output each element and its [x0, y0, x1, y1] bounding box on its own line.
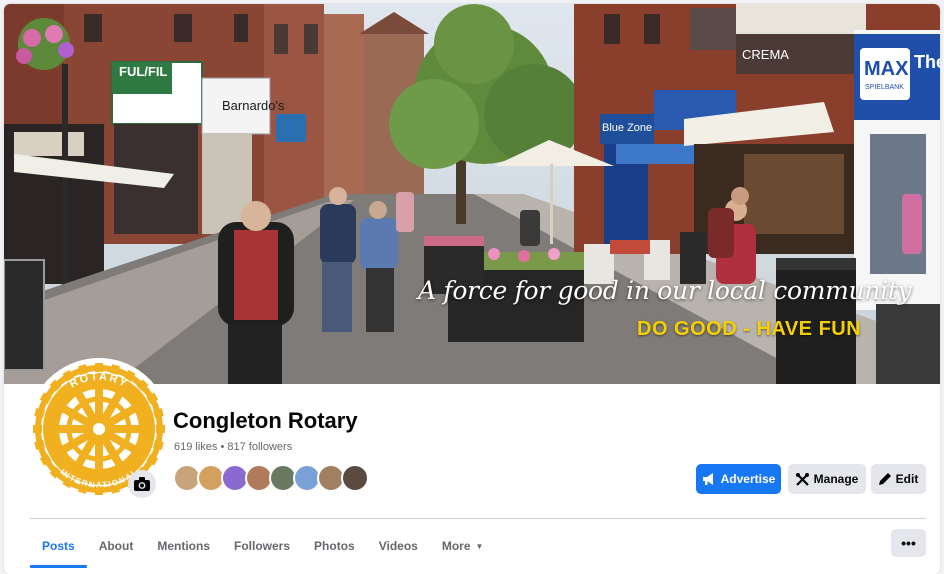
- tab-mentions[interactable]: Mentions: [145, 524, 222, 568]
- tools-icon: [795, 472, 809, 486]
- advertise-button[interactable]: Advertise: [696, 464, 781, 494]
- caret-down-icon: ▼: [475, 541, 484, 551]
- edit-label: Edit: [895, 472, 919, 486]
- tab-label: Photos: [314, 539, 355, 553]
- page-tabs: Posts About Mentions Followers Photos Vi…: [30, 524, 495, 568]
- tab-label: Mentions: [157, 539, 211, 553]
- megaphone-icon: [702, 473, 713, 485]
- tab-more[interactable]: More ▼: [430, 524, 496, 568]
- shop-sign-the: The: [914, 52, 940, 72]
- tab-label: Posts: [42, 539, 75, 553]
- tab-label: About: [98, 539, 134, 553]
- manage-label: Manage: [813, 472, 859, 486]
- page-title[interactable]: Congleton Rotary: [173, 408, 358, 434]
- manage-button[interactable]: Manage: [788, 464, 866, 494]
- shop-sign-fulfil: FUL/FIL: [119, 64, 168, 79]
- update-profile-picture-button[interactable]: [128, 470, 156, 498]
- shop-sign-blue-zone: Blue Zone: [602, 122, 653, 134]
- cover-tagline: A force for good in our local community: [418, 276, 912, 305]
- tab-posts[interactable]: Posts: [30, 524, 87, 568]
- cover-slogan: DO GOOD - HAVE FUN: [637, 318, 862, 340]
- page-header-card: FUL/FIL Barnardo's CREMA Blue Zone MAX S…: [4, 4, 940, 574]
- advertise-label: Advertise: [720, 472, 776, 486]
- shop-sign-crema: CREMA: [742, 47, 789, 62]
- more-options-icon: •••: [901, 535, 916, 551]
- edit-button[interactable]: Edit: [871, 464, 926, 494]
- page-stats[interactable]: 619 likes • 817 followers: [174, 441, 292, 453]
- shop-sign-barnardos: Barnardo's: [222, 98, 285, 113]
- more-options-button[interactable]: •••: [891, 529, 926, 557]
- tab-videos[interactable]: Videos: [367, 524, 430, 568]
- follower-avatar[interactable]: [341, 464, 369, 492]
- tab-followers[interactable]: Followers: [222, 524, 302, 568]
- shop-sign-max-sub: SPIELBANK: [865, 84, 904, 91]
- pencil-icon: [878, 473, 891, 485]
- shop-sign-max: MAX: [864, 58, 909, 80]
- tab-label: Followers: [234, 539, 291, 553]
- tab-label: Videos: [378, 539, 418, 553]
- header-divider: [30, 518, 926, 519]
- camera-icon: [134, 477, 150, 491]
- tab-photos[interactable]: Photos: [302, 524, 367, 568]
- follower-avatars[interactable]: [173, 464, 369, 494]
- cover-photo[interactable]: FUL/FIL Barnardo's CREMA Blue Zone MAX S…: [4, 4, 940, 384]
- tab-about[interactable]: About: [87, 524, 146, 568]
- tab-label: More: [441, 539, 471, 553]
